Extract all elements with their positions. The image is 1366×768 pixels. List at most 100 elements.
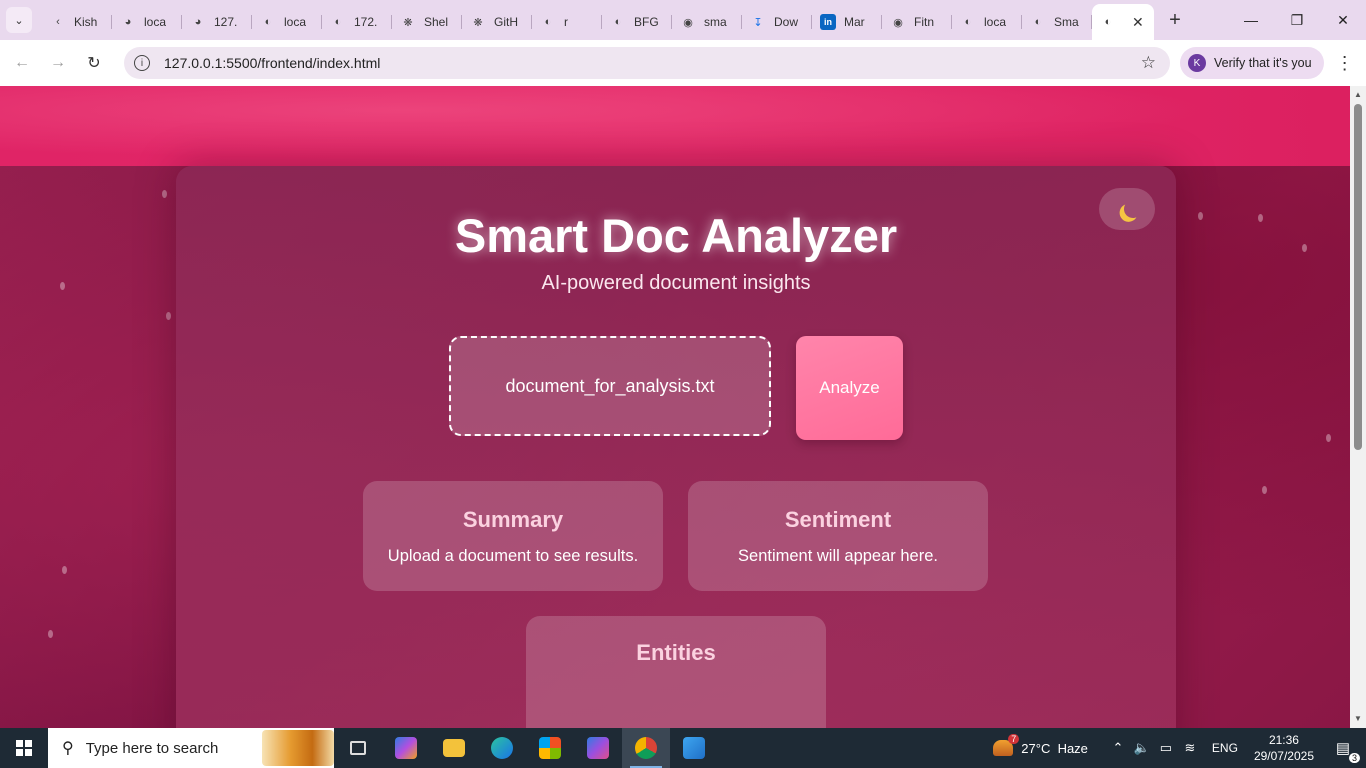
m365-icon[interactable] [574, 728, 622, 768]
browser-tab[interactable]: ◐ Sma [1022, 7, 1092, 37]
wifi-icon[interactable]: ≋ [1178, 740, 1202, 756]
github-icon: ◉ [683, 16, 693, 29]
openai-icon: ❋ [403, 16, 413, 29]
page-scrollbar[interactable]: ▲ ▼ [1350, 86, 1366, 728]
url-text: 127.0.0.1:5500/frontend/index.html [164, 55, 381, 71]
minimize-icon[interactable]: — [1228, 0, 1274, 40]
profile-verify-button[interactable]: K Verify that it's you [1180, 47, 1324, 79]
background-speck [62, 566, 67, 574]
copilot-icon[interactable] [382, 728, 430, 768]
speaker-icon[interactable]: 🔈 [1130, 740, 1154, 756]
file-explorer-icon[interactable] [430, 728, 478, 768]
browser-tab[interactable]: ◐ BFG [602, 7, 672, 37]
browser-tab[interactable]: ◐ loca [952, 7, 1022, 37]
clock[interactable]: 21:36 29/07/2025 [1254, 732, 1314, 764]
notification-icon[interactable]: ▤ 3 [1328, 739, 1360, 763]
weather-text: 27°C Haze [1021, 740, 1088, 756]
notification-count: 3 [1348, 753, 1360, 763]
globe-icon: ◐ [1034, 16, 1042, 28]
weather-widget[interactable]: 7 27°C Haze [993, 734, 1088, 756]
edge-icon[interactable] [478, 728, 526, 768]
browser-tab[interactable]: ❋ Shel [392, 7, 462, 37]
browser-tab[interactable]: ↧ Dow [742, 7, 812, 37]
background-speck [1198, 212, 1203, 220]
address-bar[interactable]: i 127.0.0.1:5500/frontend/index.html ☆ [124, 47, 1170, 79]
reload-icon[interactable]: ↻ [76, 45, 112, 81]
compass-icon: ◕ [194, 16, 202, 28]
browser-tab[interactable]: ◐ loca [252, 7, 322, 37]
scroll-up-icon[interactable]: ▲ [1350, 88, 1366, 102]
summary-card: Summary Upload a document to see results… [363, 481, 663, 591]
browser-tab[interactable]: ◐ 172. [322, 7, 392, 37]
taskbar: ⚲ Type here to search 7 27°C Haze ⌃ 🔈 ▭ [0, 728, 1366, 768]
scroll-down-icon[interactable]: ▼ [1350, 712, 1366, 726]
search-icon: ⚲ [62, 740, 74, 757]
file-dropzone[interactable]: document_for_analysis.txt [449, 336, 771, 436]
background-speck [1302, 244, 1307, 252]
linkedin-icon: in [820, 14, 836, 30]
analyze-button[interactable]: Analyze [796, 336, 903, 440]
globe-icon: ◐ [964, 16, 972, 28]
close-icon[interactable]: ✕ [1132, 14, 1144, 31]
page-viewport: Smart Doc Analyzer AI-powered document i… [0, 86, 1350, 728]
system-tray: 7 27°C Haze ⌃ 🔈 ▭ ≋ ENG 21:36 29/07/2025… [993, 728, 1366, 768]
clock-time: 21:36 [1268, 733, 1299, 747]
sentiment-card: Sentiment Sentiment will appear here. [688, 481, 988, 591]
browser-tab[interactable]: ◉ sma [672, 7, 742, 37]
globe-icon: ◐ [614, 16, 622, 28]
browser-tab[interactable]: ◐ r [532, 7, 602, 37]
selected-file-name: document_for_analysis.txt [505, 375, 715, 396]
background-speck [1262, 486, 1267, 494]
browser-tab[interactable]: ❋ GitH [462, 7, 532, 37]
browser-tab-active[interactable]: ◐ ✕ [1092, 4, 1154, 40]
github-icon: ◉ [893, 16, 903, 29]
close-window-icon[interactable]: ✕ [1320, 0, 1366, 40]
task-view-icon[interactable] [334, 728, 382, 768]
scrollbar-thumb[interactable] [1354, 104, 1362, 450]
background-speck [60, 282, 65, 290]
site-info-icon[interactable]: i [134, 55, 150, 71]
page-subtitle: AI-powered document insights [541, 272, 811, 294]
forward-arrow-icon[interactable]: → [40, 45, 76, 81]
start-button[interactable] [0, 728, 48, 768]
page-header-banner [0, 86, 1350, 166]
page-title: Smart Doc Analyzer [454, 209, 898, 262]
browser-tab[interactable]: ‹ Kish [42, 7, 112, 37]
search-highlight-image [262, 730, 334, 766]
battery-icon[interactable]: ▭ [1154, 740, 1178, 756]
back-arrow-icon[interactable]: ← [4, 45, 40, 81]
background-speck [1258, 214, 1263, 222]
sentiment-text: Sentiment will appear here. [738, 547, 938, 565]
restore-icon[interactable]: ❐ [1274, 0, 1320, 40]
browser-tab[interactable]: in Mar [812, 7, 882, 37]
new-tab-button[interactable]: + [1160, 9, 1190, 32]
browser-toolbar: ← → ↻ i 127.0.0.1:5500/frontend/index.ht… [0, 40, 1366, 86]
entities-card: Entities [526, 616, 826, 728]
language-indicator[interactable]: ENG [1212, 741, 1238, 755]
sentiment-title: Sentiment [784, 507, 892, 532]
background-speck [162, 190, 167, 198]
compass-icon: ◕ [124, 16, 132, 28]
tab-search-button[interactable]: ⌄ [6, 7, 32, 33]
globe-icon: ◐ [1104, 16, 1112, 28]
weather-badge: 7 [1008, 734, 1020, 744]
vscode-icon[interactable] [670, 728, 718, 768]
bookmark-star-icon[interactable]: ☆ [1141, 53, 1156, 73]
browser-menu-icon[interactable]: ⋮ [1330, 53, 1360, 74]
profile-label: Verify that it's you [1214, 56, 1312, 70]
summary-title: Summary [462, 507, 564, 532]
browser-tab[interactable]: ◕ 127. [182, 7, 252, 37]
browser-tab[interactable]: ◉ Fitn [882, 7, 952, 37]
tab-strip: ⌄ ‹ Kish ◕ loca ◕ 127. ◐ loca ◐ 172. ❋ S… [0, 0, 1366, 40]
avatar: K [1188, 54, 1206, 72]
globe-icon: ◐ [544, 16, 552, 28]
taskbar-search-box[interactable]: ⚲ Type here to search [48, 728, 334, 768]
summary-text: Upload a document to see results. [387, 547, 639, 565]
chevron-up-icon[interactable]: ⌃ [1106, 740, 1130, 756]
chevron-down-icon: ⌄ [14, 14, 24, 27]
microsoft-store-icon[interactable] [526, 728, 574, 768]
download-icon: ↧ [753, 16, 763, 29]
browser-tab[interactable]: ◕ loca [112, 7, 182, 37]
chrome-icon[interactable] [622, 728, 670, 768]
globe-icon: ◐ [334, 16, 342, 28]
